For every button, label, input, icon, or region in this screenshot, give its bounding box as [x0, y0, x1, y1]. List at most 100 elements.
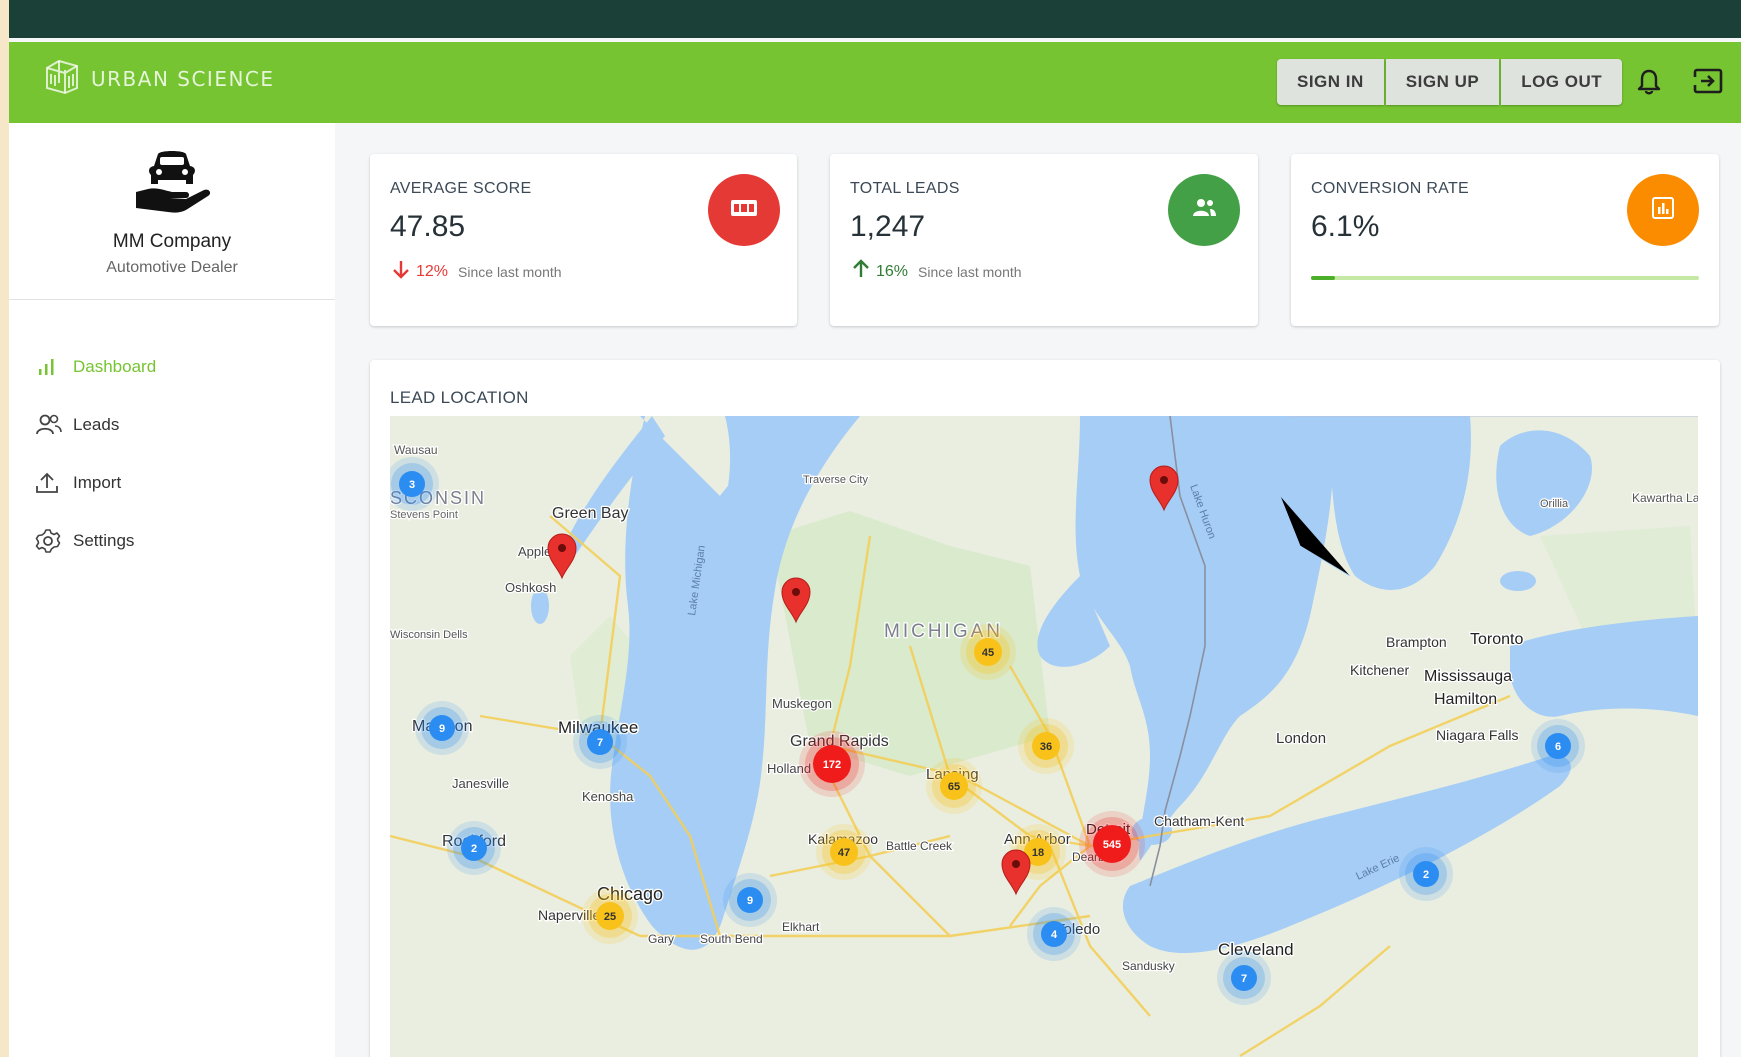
sidebar-item-leads[interactable]: Leads [35, 396, 156, 454]
map-label-gary: Gary [648, 932, 674, 946]
cluster-marker[interactable]: 4 [1027, 907, 1081, 961]
sidebar-item-label: Leads [73, 415, 120, 434]
stat-icon-circle [1168, 174, 1240, 246]
log-out-button[interactable]: LOG OUT [1501, 59, 1623, 105]
app-bar: URBAN SCIENCE SIGN IN SIGN UP LOG OUT [9, 42, 1741, 123]
cluster-count: 4 [1051, 929, 1058, 941]
cluster-marker[interactable]: 65 [926, 758, 982, 814]
map-label-wausau: Wausau [394, 443, 438, 457]
stat-card-conversion-rate: CONVERSION RATE 6.1% [1291, 154, 1719, 326]
map-label-mississauga: Mississauga [1424, 668, 1512, 685]
stat-change-value: 16% [876, 262, 909, 280]
map-label-toronto: Toronto [1470, 631, 1523, 648]
cluster-marker[interactable]: 7 [573, 715, 627, 769]
cluster-marker[interactable]: 545 [1079, 811, 1145, 877]
stat-change-period: Since last month [918, 263, 1022, 280]
cluster-marker[interactable]: 47 [816, 824, 872, 880]
stat-change: 12% Since last month [390, 258, 562, 285]
cluster-marker[interactable]: 36 [1018, 718, 1074, 774]
cluster-count: 9 [747, 895, 753, 907]
stat-change-period: Since last month [458, 263, 562, 280]
scoreboard-icon [730, 197, 758, 224]
window-top-strip [9, 0, 1741, 38]
map-label-hamilton: Hamilton [1434, 691, 1497, 708]
map-label-oshkosh: Oshkosh [505, 580, 556, 595]
cluster-marker[interactable]: 9 [415, 701, 469, 755]
map-label-green-bay: Green Bay [552, 505, 628, 522]
stat-change-value: 12% [416, 262, 449, 280]
people-icon [1190, 197, 1218, 224]
people-icon [35, 413, 67, 437]
arrow-down-icon [390, 258, 412, 285]
map-label-london: London [1276, 730, 1326, 747]
building-icon [43, 56, 81, 101]
map-title: LEAD LOCATION [390, 388, 529, 407]
map-label-elkhart: Elkhart [782, 920, 820, 934]
map-label-sandusky: Sandusky [1122, 959, 1175, 973]
stat-value: 47.85 [390, 210, 466, 243]
stat-title: TOTAL LEADS [850, 180, 960, 197]
cluster-marker[interactable]: 6 [1531, 719, 1585, 773]
conversion-progress-fill [1311, 276, 1335, 280]
cluster-count: 3 [409, 479, 415, 491]
cluster-count: 545 [1103, 839, 1121, 851]
exit-icon[interactable] [1692, 67, 1724, 100]
cluster-marker[interactable]: 45 [960, 624, 1016, 680]
cluster-marker[interactable]: 172 [799, 731, 865, 797]
cluster-count: 7 [597, 737, 603, 749]
map-label-niagara-falls: Niagara Falls [1436, 727, 1518, 743]
company-name: MM Company [112, 231, 232, 252]
sidebar-divider [9, 299, 335, 300]
upload-icon [35, 471, 67, 495]
stat-title: AVERAGE SCORE [390, 180, 532, 197]
stat-value: 1,247 [850, 210, 926, 243]
cluster-marker[interactable]: 2 [1399, 847, 1453, 901]
cluster-marker[interactable]: 9 [723, 873, 777, 927]
stat-card-total-leads: TOTAL LEADS 1,247 16% Since last month [830, 154, 1258, 326]
lead-location-map[interactable]: Wausau SCONSIN Stevens Point Green Bay Apple… [390, 416, 1698, 1057]
map-label-battle-creek: Battle Creek [886, 839, 953, 853]
map-label-traverse-city: Traverse City [803, 474, 868, 486]
auth-button-group: SIGN IN SIGN UP LOG OUT [1277, 59, 1623, 105]
sidebar-item-label: Dashboard [73, 357, 157, 376]
cluster-count: 45 [982, 647, 994, 659]
bell-icon[interactable] [1637, 68, 1661, 101]
stat-icon-circle [708, 174, 780, 246]
cluster-marker[interactable]: 7 [1217, 951, 1271, 1005]
cluster-marker[interactable]: 25 [582, 888, 638, 944]
sidebar-item-dashboard[interactable]: Dashboard [35, 338, 156, 396]
map-label-wisconsin-dells: Wisconsin Dells [390, 629, 468, 641]
sign-in-button[interactable]: SIGN IN [1277, 59, 1384, 105]
arrow-up-icon [850, 258, 872, 285]
dealer-car-hand-icon [130, 151, 214, 222]
cluster-marker[interactable]: 2 [447, 821, 501, 875]
brand[interactable]: URBAN SCIENCE [43, 56, 275, 101]
sidebar-item-import[interactable]: Import [35, 454, 156, 512]
map-label-muskegon: Muskegon [772, 696, 832, 711]
lead-location-card: LEAD LOCATION Wausau SCONSIN Stevens Poi… [370, 360, 1720, 1057]
map-canvas: WausauSCONSINStevens Point Green BayApple… [390, 416, 1698, 1057]
map-label-kenosha: Kenosha [582, 789, 634, 804]
sidebar-nav: Dashboard Leads Import Settings [35, 338, 156, 570]
cluster-count: 6 [1555, 741, 1561, 753]
sign-up-button[interactable]: SIGN UP [1385, 59, 1500, 105]
app-frame: URBAN SCIENCE SIGN IN SIGN UP LOG OUT MM… [9, 0, 1741, 1057]
stat-change: 16% Since last month [850, 258, 1022, 285]
company-type: Automotive Dealer [106, 259, 238, 276]
stat-value: 6.1% [1311, 210, 1380, 243]
cluster-count: 7 [1241, 973, 1247, 985]
map-label-south-bend: South Bend [700, 932, 763, 946]
chart-icon [1650, 195, 1676, 226]
cluster-count: 65 [948, 781, 960, 793]
brand-name: URBAN SCIENCE [91, 66, 275, 91]
conversion-progress-bar [1311, 276, 1699, 280]
sidebar: MM Company Automotive Dealer Dashboard L… [9, 123, 335, 1057]
stat-title: CONVERSION RATE [1311, 180, 1469, 197]
sidebar-item-label: Import [73, 473, 122, 492]
company-profile: MM Company Automotive Dealer [9, 148, 335, 277]
map-label-kitchener: Kitchener [1350, 662, 1409, 678]
sidebar-item-settings[interactable]: Settings [35, 512, 156, 570]
cluster-count: 36 [1040, 741, 1052, 753]
map-label-orillia: Orillia [1540, 498, 1569, 510]
map-label-stevens-point: Stevens Point [390, 509, 458, 521]
